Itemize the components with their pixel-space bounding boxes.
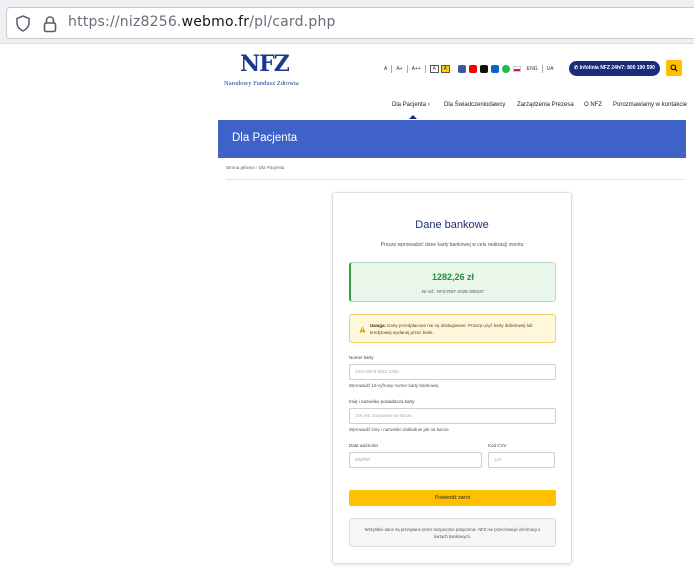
divider [226, 179, 685, 180]
contrast-normal-button[interactable]: A [429, 65, 439, 73]
card-number-help: Wprowadź 16-cyfrowy numer karty bankowej [349, 383, 439, 388]
logo-text: Narodowy Fundusz Zdrowia [224, 80, 299, 87]
expiry-label: Data ważności [349, 443, 379, 448]
search-button[interactable] [666, 60, 682, 76]
page-title: Dla Pacjenta [232, 132, 298, 144]
bank-card-form: Dane bankowe Proszę wprowadzić dane kart… [332, 192, 572, 564]
url-text[interactable]: https://niz8256.webmo.fr/pl/card.php [68, 14, 336, 30]
cvv-label: Kod CVV [488, 443, 507, 448]
spotify-icon[interactable] [501, 65, 510, 73]
refund-amount-box: 1282,26 zł Nr ref.: NFZ-REF-2025-308437 [349, 262, 556, 302]
nav-zarzadzenia-prezesa[interactable]: Zarządzenia Prezesa [517, 102, 574, 108]
accessibility-tools: A A+ A++ A A ENG UA [384, 64, 554, 74]
lang-ua-link[interactable]: UA [547, 66, 554, 72]
x-icon[interactable] [479, 65, 488, 73]
lang-en-link[interactable]: ENG [527, 66, 538, 72]
card-holder-input[interactable]: Jan jest nazywane na karcie [349, 408, 556, 424]
card-holder-help: Wprowadź imię i nazwisko dokładnie jak n… [349, 427, 449, 432]
polish-flag-icon[interactable] [512, 66, 521, 72]
breadcrumb: Strona główna › Dla Pacjenta [226, 165, 284, 170]
nav-kontakt[interactable]: Porozmawiamy w kontakcie [613, 102, 687, 108]
page-banner: Dla Pacjenta [218, 120, 686, 158]
hotline-button[interactable]: ✆ Infolinia NFZ 24h/7: 800 190 590 [569, 61, 660, 76]
url-bar[interactable]: https://niz8256.webmo.fr/pl/card.php [6, 7, 694, 39]
hotline-label: Infolinia NFZ 24h/7: 800 190 590 [579, 65, 655, 71]
search-icon [670, 64, 678, 72]
warning-text: Uwaga: Karty przedpłacone nie są obsługi… [370, 323, 533, 335]
expiry-input[interactable]: MM/RR [349, 452, 482, 468]
font-size-large[interactable]: A++ [412, 66, 421, 72]
cvv-input[interactable]: 123 [488, 452, 555, 468]
card-number-input[interactable]: 1234 5678 9012 3456 [349, 364, 556, 380]
divider [391, 65, 393, 73]
divider [406, 65, 408, 73]
linkedin-icon[interactable] [490, 65, 499, 73]
card-holder-label: Imię i nazwisko posiadacza karty [349, 399, 415, 404]
security-note: Wszystkie dane są przesyłane przez bezpi… [349, 518, 556, 547]
nav-o-nfz[interactable]: O NFZ [584, 102, 602, 108]
divider [424, 65, 426, 73]
breadcrumb-current: Dla Pacjenta [258, 165, 285, 170]
card-number-label: Numer karty [349, 355, 374, 360]
breadcrumb-home[interactable]: Strona główna [226, 165, 255, 170]
reference-number: Nr ref.: NFZ-REF-2025-308437 [421, 289, 485, 294]
youtube-icon[interactable] [468, 65, 477, 73]
nfz-logo[interactable]: NFZ Narodowy Fundusz Zdrowia [224, 51, 314, 87]
shield-icon[interactable] [15, 15, 31, 32]
contrast-high-button[interactable]: A [440, 65, 450, 73]
warning-box: Uwaga: Karty przedpłacone nie są obsługi… [349, 314, 556, 343]
refund-amount: 1282,26 zł [431, 272, 475, 282]
facebook-icon[interactable] [457, 65, 466, 73]
chevron-down-icon: › [427, 102, 430, 108]
form-subtitle: Proszę wprowadzić dane karty bankowej w … [380, 242, 524, 248]
form-title: Dane bankowe [415, 219, 489, 231]
nav-dla-pacjenta[interactable]: Dla Pacjenta › [392, 102, 430, 108]
divider [541, 65, 543, 73]
font-size-medium[interactable]: A+ [396, 66, 402, 72]
phone-icon: ✆ [574, 65, 579, 71]
page: NFZ Narodowy Fundusz Zdrowia A A+ A++ A … [0, 45, 694, 570]
nav-dla-swiadczeniodawcy[interactable]: Dla Świadczeniodawcy [444, 102, 505, 108]
browser-toolbar: https://niz8256.webmo.fr/pl/card.php [0, 0, 694, 44]
lock-icon[interactable] [42, 15, 58, 33]
nav-active-indicator [409, 115, 417, 119]
confirm-refund-button[interactable]: Potwierdź zwrot [349, 490, 556, 506]
logo-mark: NFZ [240, 51, 290, 77]
font-size-small[interactable]: A [384, 66, 387, 72]
warning-icon [359, 326, 366, 333]
